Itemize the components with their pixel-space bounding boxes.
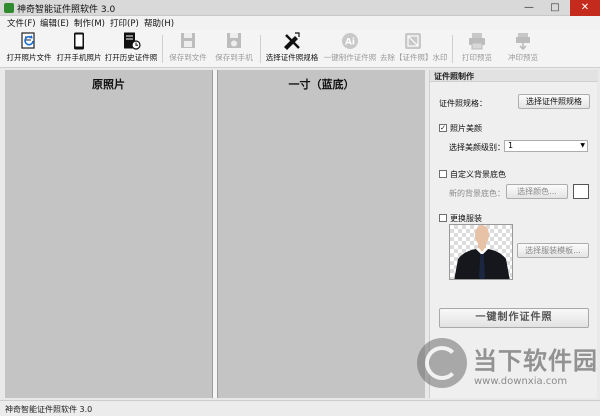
one-click-make-label: 一键制作证件照 — [323, 53, 377, 62]
custom-bg-checkbox[interactable] — [439, 170, 447, 178]
save-to-file-label: 保存到文件 — [169, 53, 207, 62]
open-photo-file-button[interactable]: 打开照片文件 — [4, 32, 54, 66]
phone-icon — [74, 32, 84, 50]
save-to-phone-label: 保存到手机 — [215, 53, 253, 62]
watermark-url: www.downxia.com — [474, 376, 568, 387]
ruler-pencil-icon — [284, 32, 300, 50]
beauty-checkbox[interactable]: ✓ — [439, 124, 447, 132]
menu-edit[interactable]: 编辑(E) — [40, 17, 69, 29]
suit-outfit-image — [454, 225, 510, 279]
new-bg-label: 新的背景底色： — [449, 189, 505, 198]
toolbar: 打开照片文件 打开手机照片 打开历史证件照 保存到文件 保存到手机 选择证件照规… — [0, 30, 600, 68]
remove-watermark-button[interactable]: 去除【证件照】水印 — [380, 32, 448, 66]
original-photo-title: 原照片 — [92, 78, 125, 91]
select-spec-button[interactable]: 选择证件照规格 — [264, 32, 320, 66]
beauty-level-select[interactable]: 1 ▼ — [504, 140, 588, 152]
result-photo-title: 一寸（蓝底） — [288, 78, 355, 91]
panel-header-title: 证件照制作 — [434, 72, 474, 81]
app-icon — [4, 3, 14, 13]
save-to-file-button[interactable]: 保存到文件 — [166, 32, 210, 66]
site-watermark: 当下软件园 www.downxia.com — [417, 338, 599, 398]
choose-outfit-button[interactable]: 选择服装模板... — [517, 243, 589, 258]
history-document-icon — [124, 32, 141, 50]
open-history-photo-button[interactable]: 打开历史证件照 — [104, 32, 158, 66]
beauty-level-value: 1 — [508, 141, 514, 150]
change-outfit-checkbox[interactable] — [439, 214, 447, 222]
open-photo-file-icon — [21, 32, 35, 49]
print-preview-label: 打印预览 — [462, 53, 492, 62]
result-photo-pane: 一寸（蓝底） — [217, 70, 425, 398]
menu-print[interactable]: 打印(P) — [110, 17, 139, 29]
floppy-disk-icon — [181, 33, 195, 48]
custom-bg-label: 自定义背景底色 — [450, 170, 506, 179]
menu-make[interactable]: 制作(M) — [74, 17, 105, 29]
print-shop-preview-label: 冲印预览 — [508, 53, 538, 62]
status-text: 神奇智能证件照软件 3.0 — [5, 405, 93, 414]
beauty-level-label: 选择美颜级别： — [449, 143, 505, 152]
open-photo-file-label: 打开照片文件 — [6, 53, 52, 62]
bg-color-swatch[interactable] — [573, 184, 589, 199]
open-history-photo-label: 打开历史证件照 — [104, 53, 158, 62]
window-title: 神奇智能证件照软件 3.0 — [17, 5, 116, 15]
choose-color-button[interactable]: 选择颜色... — [506, 184, 568, 199]
print-shop-icon — [516, 33, 530, 50]
open-phone-photo-label: 打开手机照片 — [56, 53, 102, 62]
remove-watermark-label: 去除【证件照】水印 — [380, 53, 448, 62]
status-bar: 神奇智能证件照软件 3.0 — [0, 400, 600, 416]
watermark-logo-icon — [417, 338, 467, 388]
change-outfit-label: 更换服装 — [450, 214, 482, 223]
beauty-label: 照片美颜 — [450, 124, 482, 133]
chevron-down-icon: ▼ — [580, 142, 585, 149]
panel-header: 证件照制作 — [430, 70, 598, 82]
ai-icon: Ai — [342, 33, 358, 49]
outfit-template-preview[interactable] — [449, 224, 513, 280]
spec-label: 证件照规格： — [439, 99, 487, 108]
open-phone-photo-button[interactable]: 打开手机照片 — [56, 32, 102, 66]
printer-icon — [469, 33, 485, 50]
menu-file[interactable]: 文件(F) — [7, 17, 36, 29]
save-to-phone-icon — [227, 33, 241, 48]
watermark-name: 当下软件园 — [473, 347, 598, 375]
original-photo-pane: 原照片 — [5, 70, 213, 398]
remove-watermark-icon — [405, 33, 421, 49]
menu-help[interactable]: 帮助(H) — [144, 17, 174, 29]
toolbar-separator — [260, 35, 261, 63]
print-shop-preview-button[interactable]: 冲印预览 — [502, 32, 544, 66]
print-preview-button[interactable]: 打印预览 — [456, 32, 498, 66]
close-button[interactable]: ✕ — [570, 0, 600, 16]
maximize-button[interactable]: □ — [542, 0, 568, 16]
one-click-make-button[interactable]: Ai 一键制作证件照 — [322, 32, 378, 66]
toolbar-separator — [162, 35, 163, 63]
save-to-phone-button[interactable]: 保存到手机 — [212, 32, 256, 66]
menu-bar: 文件(F) 编辑(E) 制作(M) 打印(P) 帮助(H) — [0, 16, 600, 30]
svg-text:Ai: Ai — [345, 38, 355, 48]
title-bar: 神奇智能证件照软件 3.0 — □ ✕ — [0, 0, 600, 16]
one-click-make-panel-button[interactable]: 一键制作证件照 — [439, 308, 589, 328]
toolbar-separator — [452, 35, 453, 63]
select-spec-panel-button[interactable]: 选择证件照规格 — [518, 94, 590, 109]
select-spec-label: 选择证件照规格 — [265, 53, 319, 62]
minimize-button[interactable]: — — [516, 0, 542, 16]
